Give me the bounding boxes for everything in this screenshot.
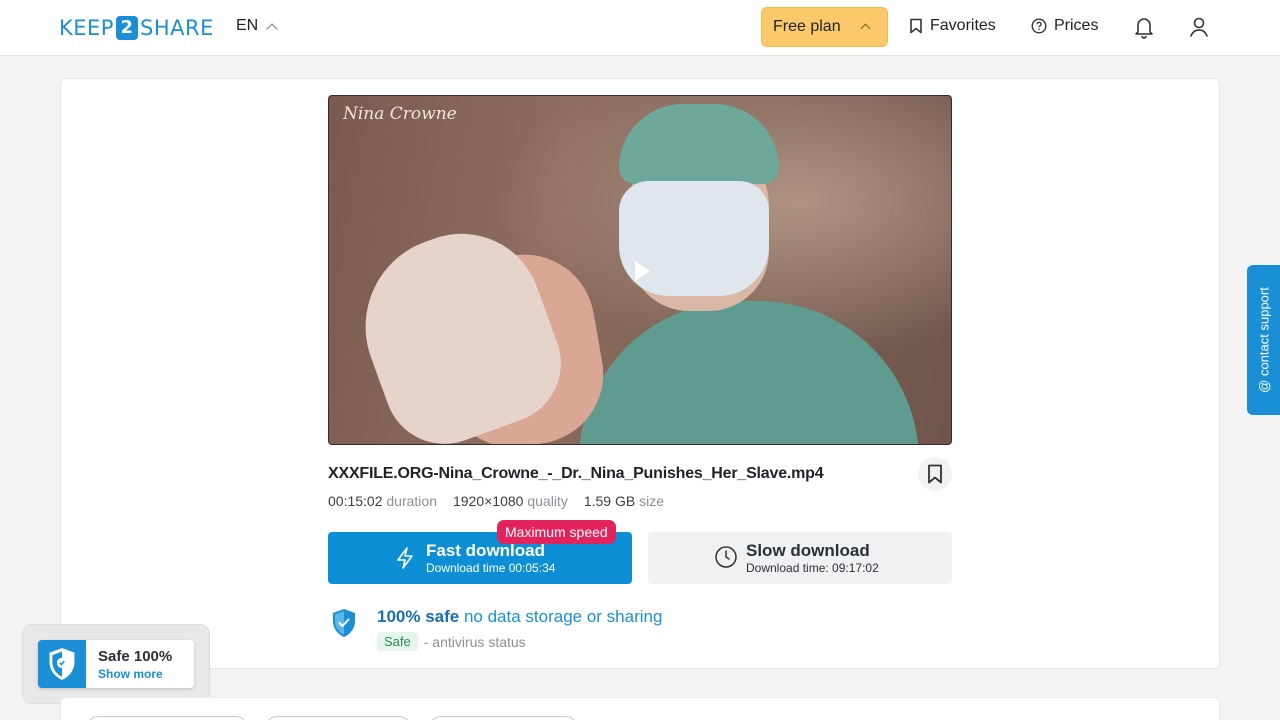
quality-value: 1920×1080 [452, 493, 524, 509]
prices-link[interactable]: Prices [1031, 17, 1098, 35]
duration-label: duration [386, 493, 437, 509]
shield-check-icon [38, 640, 86, 688]
chevron-up-icon [266, 22, 278, 35]
user-icon [1190, 17, 1208, 37]
keep2share-logo[interactable]: KEEP 2 SHARE [59, 14, 214, 42]
filter-pill[interactable] [429, 716, 578, 720]
account-button[interactable] [1187, 14, 1211, 40]
prices-label: Prices [1054, 17, 1099, 34]
play-icon[interactable] [635, 261, 650, 281]
logo-text-2: 2 [115, 16, 138, 40]
meta-duration: 00:15:02 duration [328, 493, 437, 509]
size-value: 1.59 GB [583, 493, 636, 509]
language-label: EN [236, 17, 259, 34]
filter-pill[interactable] [265, 716, 411, 720]
antivirus-text: - antivirus status [423, 633, 526, 650]
chevron-up-icon [860, 23, 871, 34]
fast-download-label: Fast download [426, 541, 545, 560]
safe-badge-title: Safe 100% [98, 648, 173, 665]
safety-headline-rest: no data storage or sharing [463, 607, 663, 626]
clock-icon [715, 546, 737, 568]
slow-download-time: Download time: 09:17:02 [746, 561, 879, 575]
shield-check-icon [333, 609, 355, 637]
meta-quality: 1920×1080 quality [453, 493, 568, 509]
add-to-favorites-button[interactable] [918, 457, 952, 491]
duration-value: 00:15:02 [328, 493, 383, 509]
quality-label: quality [527, 493, 568, 509]
file-meta: 00:15:02 duration 1920×1080 quality 1.59… [328, 493, 664, 509]
language-selector[interactable]: EN [236, 17, 278, 35]
free-plan-label: Free plan [773, 18, 841, 35]
filter-pill[interactable] [86, 716, 248, 720]
fast-download-time: Download time 00:05:34 [426, 561, 556, 575]
free-plan-button[interactable]: Free plan [761, 7, 888, 47]
bell-icon [1135, 18, 1153, 39]
antivirus-badge: Safe [377, 632, 418, 651]
favorites-link[interactable]: Favorites [909, 17, 996, 35]
notifications-button[interactable] [1132, 14, 1156, 40]
show-more-link[interactable]: Show more [98, 667, 163, 681]
top-header: KEEP 2 SHARE EN Free plan Favorites Pric… [0, 0, 1280, 56]
contact-support-tab[interactable]: @ contact support [1247, 265, 1280, 415]
slow-download-label: Slow download [746, 541, 870, 560]
lightning-icon [397, 547, 413, 569]
antivirus-status: Safe - antivirus status [377, 632, 526, 651]
slow-download-button[interactable]: Slow download Download time: 09:17:02 [648, 532, 952, 584]
favorites-label: Favorites [930, 17, 996, 34]
contact-support-label: @ contact support [1256, 287, 1271, 393]
safety-headline: 100% safe no data storage or sharing [377, 607, 662, 627]
file-name: XXXFILE.ORG-Nina_Crowne_-_Dr._Nina_Punis… [328, 465, 824, 482]
maximum-speed-badge: Maximum speed [497, 520, 616, 544]
logo-text-keep: KEEP [59, 16, 114, 40]
video-watermark: Nina Crowne [343, 104, 457, 124]
size-label: size [639, 493, 664, 509]
video-preview[interactable]: Nina Crowne [328, 95, 952, 445]
safe-badge[interactable]: Safe 100% Show more [38, 640, 194, 688]
bookmark-icon [910, 18, 922, 34]
safety-headline-bold: 100% safe [377, 607, 460, 626]
meta-size: 1.59 GB size [584, 493, 664, 509]
bookmark-icon [928, 464, 942, 484]
logo-text-share: SHARE [139, 16, 214, 40]
help-circle-icon [1031, 18, 1047, 34]
